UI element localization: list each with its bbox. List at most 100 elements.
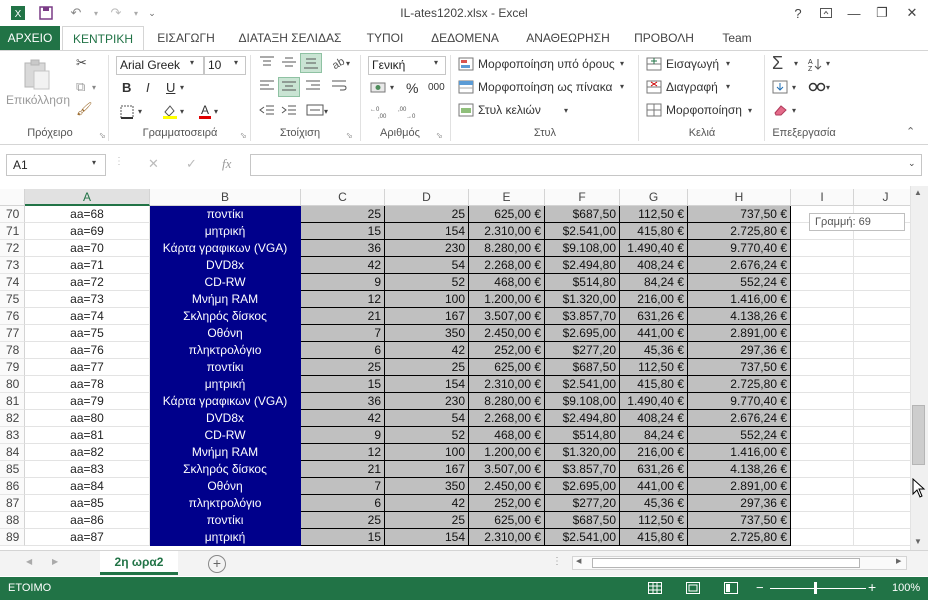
row-header[interactable]: 75 — [0, 291, 25, 308]
font-color-icon[interactable]: A — [198, 103, 212, 122]
collapse-ribbon-icon[interactable]: ⌃ — [906, 125, 915, 138]
font-color-dropdown-icon[interactable]: ▾ — [214, 107, 218, 116]
cell-a[interactable]: aa=72 — [25, 274, 150, 291]
cell-i[interactable] — [791, 444, 854, 461]
cell-j[interactable] — [854, 342, 910, 359]
cell-i[interactable] — [791, 427, 854, 444]
new-sheet-icon[interactable]: + — [208, 555, 226, 573]
row-header[interactable]: 84 — [0, 444, 25, 461]
orientation-dropdown-icon[interactable]: ▾ — [346, 59, 350, 68]
underline-dropdown-icon[interactable]: ▾ — [180, 83, 184, 92]
cell-a[interactable]: aa=77 — [25, 359, 150, 376]
cell-j[interactable] — [854, 495, 910, 512]
font-size-dropdown-icon[interactable]: ▾ — [234, 58, 238, 67]
tab-insert[interactable]: ΕΙΣΑΓΩΓΗ — [150, 26, 222, 50]
cell-d[interactable]: 230 — [385, 393, 469, 410]
cell-b[interactable]: πληκτρολόγιο — [150, 342, 301, 359]
cell-c[interactable]: 7 — [301, 325, 385, 342]
cell-h[interactable]: 2.891,00 € — [688, 478, 791, 495]
cell-b[interactable]: Μνήμη RAM — [150, 291, 301, 308]
fill-color-icon[interactable] — [162, 103, 178, 122]
cell-b[interactable]: CD-RW — [150, 274, 301, 291]
number-format-dropdown-icon[interactable]: ▾ — [434, 58, 438, 67]
autosum-icon[interactable]: Σ — [772, 53, 783, 74]
cell-d[interactable]: 154 — [385, 376, 469, 393]
cell-c[interactable]: 25 — [301, 359, 385, 376]
cell-f[interactable]: $9.108,00 — [545, 393, 620, 410]
cell-e[interactable]: 252,00 € — [469, 342, 545, 359]
row-header[interactable]: 83 — [0, 427, 25, 444]
cell-d[interactable]: 25 — [385, 512, 469, 529]
cell-g[interactable]: 112,50 € — [620, 512, 688, 529]
conditional-formatting-icon[interactable] — [458, 57, 474, 74]
clear-icon[interactable] — [772, 103, 788, 120]
cell-e[interactable]: 2.450,00 € — [469, 325, 545, 342]
merge-dropdown-icon[interactable]: ▾ — [324, 107, 328, 116]
format-as-table-button[interactable]: Μορφοποίηση ως πίνακα — [478, 80, 612, 94]
tab-file[interactable]: ΑΡΧΕΙΟ — [0, 26, 60, 50]
cell-f[interactable]: $9.108,00 — [545, 240, 620, 257]
cell-styles-icon[interactable] — [458, 103, 474, 120]
scroll-left-icon[interactable]: ◀ — [576, 557, 581, 565]
cell-b[interactable]: ποντίκι — [150, 512, 301, 529]
alignment-launcher-icon[interactable]: ⬂ — [346, 131, 353, 140]
cell-i[interactable] — [791, 342, 854, 359]
cell-h[interactable]: 2.725,80 € — [688, 529, 791, 546]
autosum-dropdown-icon[interactable]: ▾ — [794, 59, 798, 68]
cell-g[interactable]: 45,36 € — [620, 495, 688, 512]
cell-c[interactable]: 7 — [301, 478, 385, 495]
cell-h[interactable]: 4.138,26 € — [688, 308, 791, 325]
decrease-decimal-icon[interactable]: ,00 →0 — [398, 105, 420, 122]
cell-d[interactable]: 154 — [385, 223, 469, 240]
tab-view[interactable]: ΠΡΟΒΟΛΗ — [626, 26, 702, 50]
cell-c[interactable]: 12 — [301, 444, 385, 461]
cell-a[interactable]: aa=86 — [25, 512, 150, 529]
row-header[interactable]: 76 — [0, 308, 25, 325]
cell-i[interactable] — [791, 325, 854, 342]
cell-e[interactable]: 625,00 € — [469, 206, 545, 223]
cell-g[interactable]: 415,80 € — [620, 376, 688, 393]
cell-e[interactable]: 468,00 € — [469, 427, 545, 444]
cell-c[interactable]: 15 — [301, 376, 385, 393]
row-header[interactable]: 72 — [0, 240, 25, 257]
cell-f[interactable]: $1.320,00 — [545, 291, 620, 308]
cell-f[interactable]: $514,80 — [545, 274, 620, 291]
cell-h[interactable]: 737,50 € — [688, 206, 791, 223]
fill-color-dropdown-icon[interactable]: ▾ — [180, 107, 184, 116]
wrap-text-icon[interactable] — [330, 79, 348, 96]
cell-c[interactable]: 36 — [301, 393, 385, 410]
cell-e[interactable]: 2.310,00 € — [469, 376, 545, 393]
row-header[interactable]: 70 — [0, 206, 25, 223]
cell-b[interactable]: Σκληρός δίσκος — [150, 308, 301, 325]
cancel-entry-icon[interactable]: ✕ — [148, 156, 159, 172]
tab-data[interactable]: ΔΕΔΟΜΕΝΑ — [420, 26, 510, 50]
cell-a[interactable]: aa=74 — [25, 308, 150, 325]
row-header[interactable]: 77 — [0, 325, 25, 342]
cell-g[interactable]: 441,00 € — [620, 325, 688, 342]
cell-e[interactable]: 625,00 € — [469, 512, 545, 529]
cell-b[interactable]: Μνήμη RAM — [150, 444, 301, 461]
scroll-down-icon[interactable]: ▼ — [914, 537, 922, 546]
row-header[interactable]: 81 — [0, 393, 25, 410]
cell-d[interactable]: 42 — [385, 495, 469, 512]
cell-f[interactable]: $2.695,00 — [545, 478, 620, 495]
row-header[interactable]: 88 — [0, 512, 25, 529]
cell-a[interactable]: aa=75 — [25, 325, 150, 342]
cell-h[interactable]: 2.725,80 € — [688, 223, 791, 240]
align-middle-icon[interactable] — [280, 55, 298, 72]
conditional-formatting-dropdown-icon[interactable]: ▾ — [620, 59, 624, 68]
cell-d[interactable]: 42 — [385, 342, 469, 359]
cell-h[interactable]: 737,50 € — [688, 512, 791, 529]
cell-a[interactable]: aa=69 — [25, 223, 150, 240]
zoom-out-icon[interactable]: − — [756, 580, 764, 595]
cell-g[interactable]: 112,50 € — [620, 359, 688, 376]
align-top-icon[interactable] — [258, 55, 276, 72]
cell-g[interactable]: 408,24 € — [620, 257, 688, 274]
percent-button[interactable]: % — [406, 80, 418, 96]
decrease-indent-icon[interactable] — [258, 103, 276, 120]
name-box-dropdown-icon[interactable]: ▾ — [92, 158, 96, 167]
paste-label[interactable]: Επικόλληση — [6, 93, 70, 107]
column-header-c[interactable]: C — [301, 189, 385, 206]
cell-h[interactable]: 1.416,00 € — [688, 291, 791, 308]
cell-d[interactable]: 230 — [385, 240, 469, 257]
